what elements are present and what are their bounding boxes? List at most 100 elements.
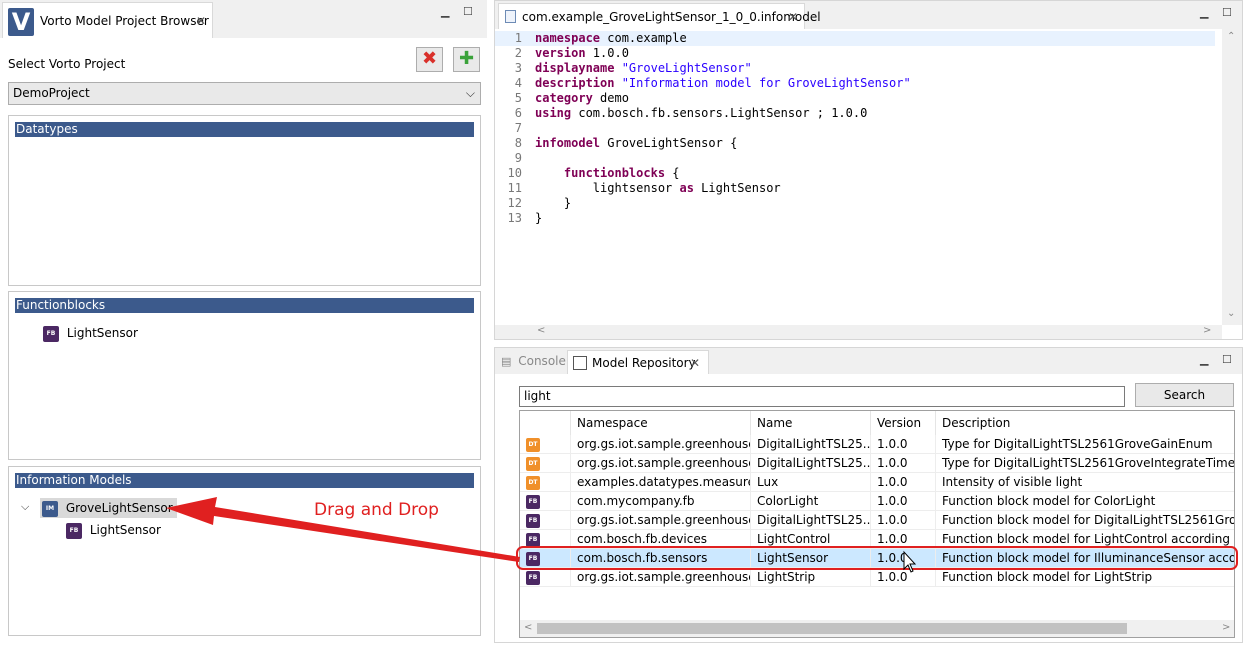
functionblocks-header: Functionblocks (15, 298, 474, 313)
table-cell-name: LightStrip (751, 568, 871, 587)
editor-vertical-scrollbar[interactable]: ⌃ ⌄ (1222, 29, 1242, 325)
line-number: 1 (514, 31, 522, 45)
search-button[interactable]: Search (1135, 383, 1234, 407)
table-cell-description: Intensity of visible light (942, 475, 1083, 489)
table-cell-namespace: org.gs.iot.sample.greenhouse (571, 435, 751, 454)
code-token-str: "Information model for GroveLightSensor" (614, 76, 911, 90)
line-number: 9 (514, 151, 522, 165)
code-token-kw: displayname (535, 61, 615, 75)
scroll-right-icon[interactable]: > (1222, 622, 1230, 633)
maximize-icon[interactable]: ☐ (463, 5, 473, 18)
table-cell-name: LightControl (751, 530, 871, 549)
table-horizontal-scrollbar[interactable]: < > (520, 620, 1234, 637)
tree-item-lightsensor[interactable]: FB LightSensor (43, 323, 138, 343)
functionblock-icon: FB (526, 532, 540, 547)
scroll-right-icon[interactable]: > (1203, 325, 1211, 336)
minimize-icon[interactable]: ▁ (1200, 353, 1208, 366)
line-number: 2 (514, 46, 522, 60)
datatypes-section: Datatypes (8, 115, 481, 286)
table-row[interactable]: FB com.bosch.fb.devices LightControl 1.0.0 F… (520, 530, 1234, 549)
code-token-pre: } (535, 211, 543, 225)
table-cell-name: ColorLight (751, 492, 871, 511)
file-icon (505, 10, 516, 23)
code-text: displayname "GroveLightSensor" (535, 61, 752, 76)
column-header-namespace[interactable]: Namespace (571, 411, 751, 435)
code-line: 8 infomodel GroveLightSensor { (495, 136, 1215, 151)
close-icon[interactable]: ✕ (690, 356, 700, 370)
code-editor: com.example_GroveLightSensor_1_0_0.infom… (494, 0, 1243, 340)
code-line: 10 functionblocks { (495, 166, 1215, 181)
datatype-icon: DT (526, 437, 540, 452)
table-row[interactable]: FB org.gs.iot.sample.greenhouse DigitalLig… (520, 511, 1234, 530)
line-number: 7 (514, 121, 522, 135)
datatypes-header: Datatypes (15, 122, 474, 137)
column-header-name[interactable]: Name (751, 411, 871, 435)
datatype-icon: DT (526, 456, 540, 471)
functionblocks-section: Functionblocks FB LightSensor (8, 291, 481, 460)
close-icon[interactable]: ✕ (196, 14, 206, 28)
code-line: 4 description "Information model for Grov… (495, 76, 1215, 91)
scroll-down-icon[interactable]: ⌄ (1227, 308, 1235, 319)
table-cell-namespace: com.bosch.fb.devices (571, 530, 751, 549)
table-cell-name: Lux (751, 473, 871, 492)
information-models-header: Information Models (15, 473, 474, 488)
table-row[interactable]: DT examples.datatypes.measure... Lux 1.0.0 I… (520, 473, 1234, 492)
minimize-icon[interactable]: ▁ (441, 5, 449, 18)
close-icon[interactable]: ✕ (788, 10, 798, 24)
tab-project-browser[interactable]: V Vorto Model Project Browser ✕ (2, 2, 213, 38)
table-cell-description: Type for DigitalLightTSL2561GroveIntegra… (942, 456, 1234, 470)
code-token-rest: { (665, 166, 680, 180)
tab-model-repository[interactable]: Model Repository ✕ (567, 350, 709, 374)
table-row[interactable]: FB org.gs.iot.sample.greenhouse LightStrip… (520, 568, 1234, 587)
table-row[interactable]: FB com.bosch.fb.sensors LightSensor 1.0.0 Fu… (520, 549, 1234, 568)
delete-project-button[interactable]: ✖ (416, 47, 443, 72)
table-row[interactable]: FB com.mycompany.fb ColorLight 1.0.0 Functio… (520, 492, 1234, 511)
table-row[interactable]: DT org.gs.iot.sample.greenhouse DigitalLig… (520, 454, 1234, 473)
table-cell-namespace: examples.datatypes.measure... (571, 473, 751, 492)
scroll-up-icon[interactable]: ⌃ (1227, 31, 1235, 42)
table-cell-version: 1.0.0 (871, 549, 936, 568)
console-icon: ▤ (501, 355, 512, 368)
table-row[interactable]: DT org.gs.iot.sample.greenhouse DigitalLig… (520, 435, 1234, 454)
tree-item-grovelightsensor[interactable]: IM GroveLightSensor (40, 498, 177, 518)
maximize-icon[interactable]: ☐ (1222, 353, 1232, 366)
table-cell-namespace: org.gs.iot.sample.greenhouse (571, 568, 751, 587)
tree-item-lightsensor-child[interactable]: FB LightSensor (66, 520, 161, 540)
tab-infomodel-file[interactable]: com.example_GroveLightSensor_1_0_0.infom… (498, 3, 821, 29)
code-text-area[interactable]: 1 namespace com.example 2 version 1.0.0 3 dis… (495, 29, 1215, 327)
table-cell-version: 1.0.0 (871, 435, 936, 454)
chevron-down-icon[interactable]: ⌵ (21, 500, 29, 514)
code-text: namespace com.example (535, 31, 687, 46)
line-number: 10 (507, 166, 522, 180)
tab-console[interactable]: ▤ Console (501, 354, 566, 368)
code-line: 1 namespace com.example (495, 31, 1215, 46)
infomodel-icon: IM (42, 500, 58, 517)
table-cell-icon: FB (520, 511, 571, 530)
drag-and-drop-label: Drag and Drop (314, 500, 439, 520)
column-header-version[interactable]: Version (871, 411, 936, 435)
scrollbar-thumb[interactable] (537, 623, 1127, 634)
column-header-icon[interactable] (520, 411, 571, 435)
code-line: 6 using com.bosch.fb.sensors.LightSensor … (495, 106, 1215, 121)
column-header-description[interactable]: Description (936, 411, 1234, 435)
table-cell-namespace: org.gs.iot.sample.greenhouse (571, 511, 751, 530)
editor-horizontal-scrollbar[interactable]: < > (495, 325, 1222, 339)
repo-tab-label: Model Repository (592, 356, 696, 370)
code-token-kw: description (535, 76, 615, 90)
table-cell-icon: DT (520, 435, 571, 454)
add-project-button[interactable]: ✚ (453, 47, 480, 72)
repository-search-input[interactable]: light (519, 386, 1125, 407)
minimize-icon[interactable]: ▁ (1200, 6, 1208, 19)
line-number: 13 (507, 211, 522, 225)
code-line: 2 version 1.0.0 (495, 46, 1215, 61)
scroll-left-icon[interactable]: < (537, 325, 545, 336)
scroll-left-icon[interactable]: < (524, 622, 532, 633)
line-number: 11 (507, 181, 522, 195)
code-text: version 1.0.0 (535, 46, 629, 61)
code-token-rest: com.example (600, 31, 687, 45)
project-select[interactable]: DemoProject ⌵ (8, 82, 481, 105)
project-browser-content: Select Vorto Project ✖ ✚ DemoProject ⌵ D… (0, 38, 487, 645)
maximize-icon[interactable]: ☐ (1222, 6, 1232, 19)
table-cell-version: 1.0.0 (871, 492, 936, 511)
table-cell-icon: DT (520, 454, 571, 473)
